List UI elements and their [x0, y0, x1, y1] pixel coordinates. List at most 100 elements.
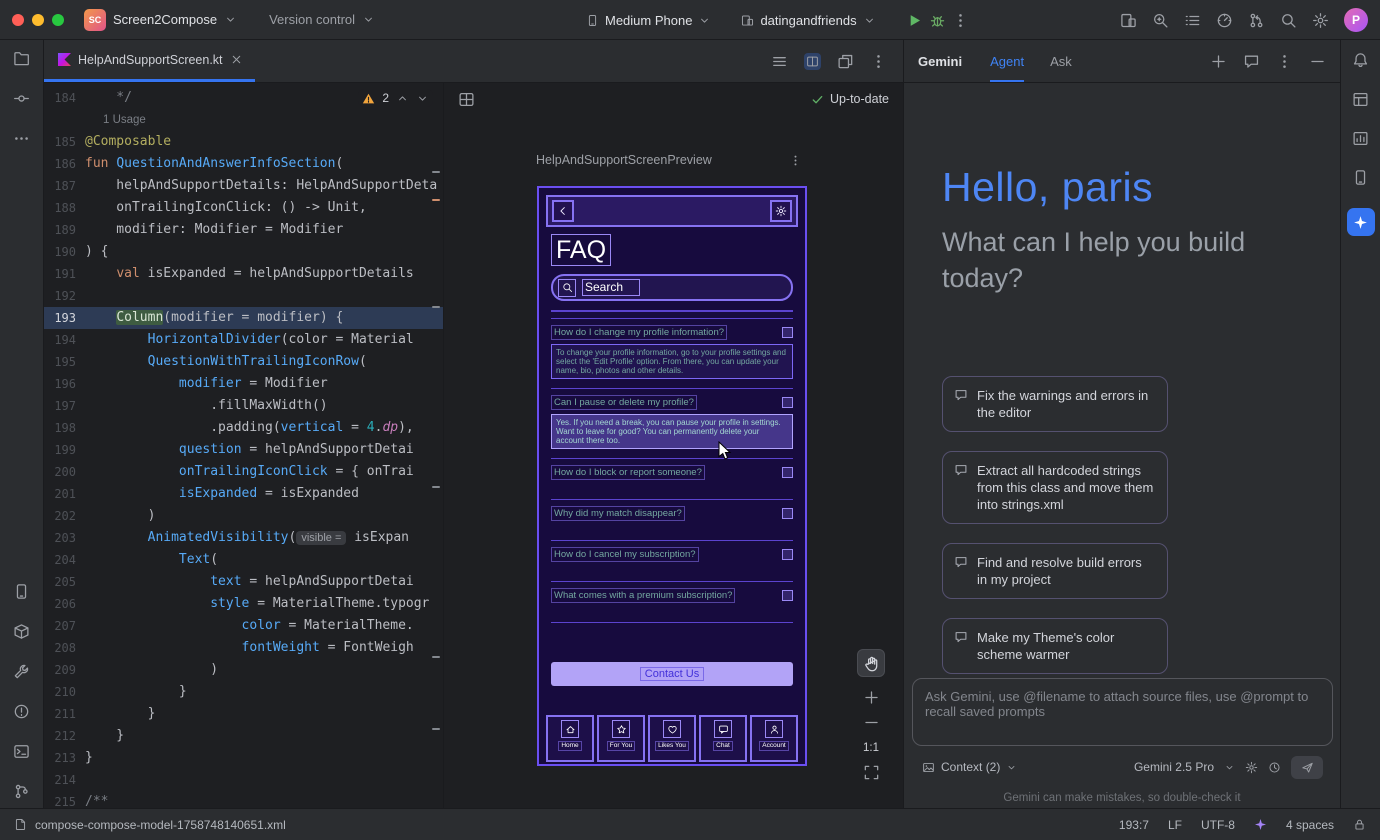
- code-line[interactable]: 215/**: [44, 791, 443, 808]
- gemini-tab-ask[interactable]: Ask: [1050, 40, 1072, 82]
- usage-hint-line[interactable]: 1 Usage: [44, 109, 443, 131]
- gemini-tab-agent[interactable]: Agent: [990, 40, 1024, 82]
- gemini-prompt-input[interactable]: [913, 679, 1332, 745]
- user-avatar[interactable]: P: [1344, 8, 1368, 32]
- device-icon[interactable]: [1352, 169, 1369, 186]
- pr-icon[interactable]: [1248, 12, 1265, 29]
- split-editor-icon[interactable]: [804, 53, 821, 70]
- code-line[interactable]: 196 modifier = Modifier: [44, 373, 443, 395]
- more-run-actions-button[interactable]: [952, 12, 969, 29]
- debug-button[interactable]: [929, 12, 946, 29]
- build-icon[interactable]: [13, 663, 30, 680]
- send-prompt-button[interactable]: [1291, 756, 1323, 779]
- git-icon[interactable]: [13, 783, 30, 800]
- zoom-window-button[interactable]: [52, 14, 64, 26]
- device-selector[interactable]: Medium Phone: [605, 13, 692, 28]
- pan-tool-button[interactable]: [857, 649, 885, 677]
- run-configuration-selector[interactable]: datingandfriends: [760, 13, 856, 28]
- suggestion-card[interactable]: Extract all hardcoded strings from this …: [942, 451, 1168, 524]
- code-line[interactable]: 195 QuestionWithTrailingIconRow(: [44, 351, 443, 373]
- new-chat-icon[interactable]: [1210, 53, 1227, 70]
- code-line[interactable]: 202 ): [44, 505, 443, 527]
- ai-spark-icon[interactable]: [1254, 818, 1267, 831]
- compose-preview-panel[interactable]: Up-to-date HelpAndSupportScreenPreview F…: [443, 83, 903, 808]
- code-line[interactable]: 199 question = helpAndSupportDetai: [44, 439, 443, 461]
- code-line[interactable]: 188 onTrailingIconClick: () -> Unit,: [44, 197, 443, 219]
- code-line[interactable]: 191 val isExpanded = helpAndSupportDetai…: [44, 263, 443, 285]
- zoom-level-button[interactable]: 1:1: [863, 735, 879, 760]
- gemini-settings-icon[interactable]: [1245, 761, 1258, 774]
- attach-image-icon[interactable]: [922, 761, 935, 774]
- preview-layout-icon[interactable]: [458, 91, 475, 108]
- model-selector[interactable]: Gemini 2.5 Pro: [1134, 760, 1214, 774]
- project-selector[interactable]: Screen2Compose: [113, 12, 217, 27]
- minimize-window-button[interactable]: [32, 14, 44, 26]
- chat-history-icon[interactable]: [1243, 53, 1260, 70]
- zoom-in-button[interactable]: [857, 685, 885, 710]
- code-line[interactable]: 206 style = MaterialTheme.typogr: [44, 593, 443, 615]
- status-file-path[interactable]: compose-compose-model-1758748140651.xml: [35, 818, 286, 832]
- file-encoding[interactable]: UTF-8: [1201, 818, 1235, 832]
- mirror-icon[interactable]: [1120, 12, 1137, 29]
- code-line[interactable]: 209 ): [44, 659, 443, 681]
- package-icon[interactable]: [13, 623, 30, 640]
- gemini-prompt-box[interactable]: [912, 678, 1333, 746]
- problems-icon[interactable]: [13, 703, 30, 720]
- run-button[interactable]: [906, 12, 923, 29]
- caret-position[interactable]: 193:7: [1119, 818, 1149, 832]
- code-line[interactable]: 207 color = MaterialTheme.: [44, 615, 443, 637]
- search-icon[interactable]: [1280, 12, 1297, 29]
- inspections-widget[interactable]: 2: [358, 89, 433, 107]
- code-line[interactable]: 187 helpAndSupportDetails: HelpAndSuppor…: [44, 175, 443, 197]
- commit-icon[interactable]: [13, 90, 30, 107]
- open-in-window-icon[interactable]: [837, 53, 854, 70]
- code-line[interactable]: 205 text = helpAndSupportDetai: [44, 571, 443, 593]
- device-icon[interactable]: [13, 583, 30, 600]
- more-icon[interactable]: [13, 130, 30, 147]
- code-line[interactable]: 210 }: [44, 681, 443, 703]
- inspector-icon[interactable]: [1352, 91, 1369, 108]
- code-line[interactable]: 193 Column(modifier = modifier) {: [44, 307, 443, 329]
- context-selector[interactable]: Context (2): [941, 760, 1000, 774]
- hide-panel-icon[interactable]: [1309, 53, 1326, 70]
- zoom-out-button[interactable]: [857, 710, 885, 735]
- vcs-selector[interactable]: Version control: [269, 12, 355, 27]
- folder-icon[interactable]: [13, 50, 30, 67]
- code-line[interactable]: 212 }: [44, 725, 443, 747]
- code-line[interactable]: 186fun QuestionAndAnswerInfoSection(: [44, 153, 443, 175]
- gear-icon[interactable]: [1312, 12, 1329, 29]
- code-line[interactable]: 214: [44, 769, 443, 791]
- code-line[interactable]: 197 .fillMaxWidth(): [44, 395, 443, 417]
- code-editor[interactable]: 2 184 */1 Usage185@Composable186fun Ques…: [44, 83, 443, 808]
- code-line[interactable]: 200 onTrailingIconClick = { onTrai: [44, 461, 443, 483]
- code-line[interactable]: 204 Text(: [44, 549, 443, 571]
- code-line[interactable]: 189 modifier: Modifier = Modifier: [44, 219, 443, 241]
- previous-warning-icon[interactable]: [396, 92, 409, 105]
- code-line[interactable]: 192: [44, 285, 443, 307]
- code-line[interactable]: 201 isExpanded = isExpanded: [44, 483, 443, 505]
- next-warning-icon[interactable]: [416, 92, 429, 105]
- code-line[interactable]: 198 .padding(vertical = 4.dp),: [44, 417, 443, 439]
- gemini-tool-button[interactable]: [1347, 208, 1375, 236]
- panel-options-icon[interactable]: [1276, 53, 1293, 70]
- suggestion-card[interactable]: Find and resolve build errors in my proj…: [942, 543, 1168, 599]
- terminal-icon[interactable]: [13, 743, 30, 760]
- aisearch-icon[interactable]: [1152, 12, 1169, 29]
- prompt-history-icon[interactable]: [1268, 761, 1281, 774]
- preview-options-icon[interactable]: [789, 154, 802, 167]
- bell-icon[interactable]: [1352, 52, 1369, 69]
- code-line[interactable]: 211 }: [44, 703, 443, 725]
- close-tab-icon[interactable]: [230, 53, 243, 66]
- window-controls[interactable]: [0, 14, 84, 26]
- indent-setting[interactable]: 4 spaces: [1286, 818, 1334, 832]
- suggestion-card[interactable]: Fix the warnings and errors in the edito…: [942, 376, 1168, 432]
- close-window-button[interactable]: [12, 14, 24, 26]
- tasks-icon[interactable]: [1184, 12, 1201, 29]
- line-separator[interactable]: LF: [1168, 818, 1182, 832]
- code-line[interactable]: 194 HorizontalDivider(color = Material: [44, 329, 443, 351]
- suggestion-card[interactable]: Make my Theme's color scheme warmer: [942, 618, 1168, 674]
- code-line[interactable]: 213}: [44, 747, 443, 769]
- insights-icon[interactable]: [1352, 130, 1369, 147]
- code-line[interactable]: 208 fontWeight = FontWeigh: [44, 637, 443, 659]
- editor-menu-icon[interactable]: [771, 53, 788, 70]
